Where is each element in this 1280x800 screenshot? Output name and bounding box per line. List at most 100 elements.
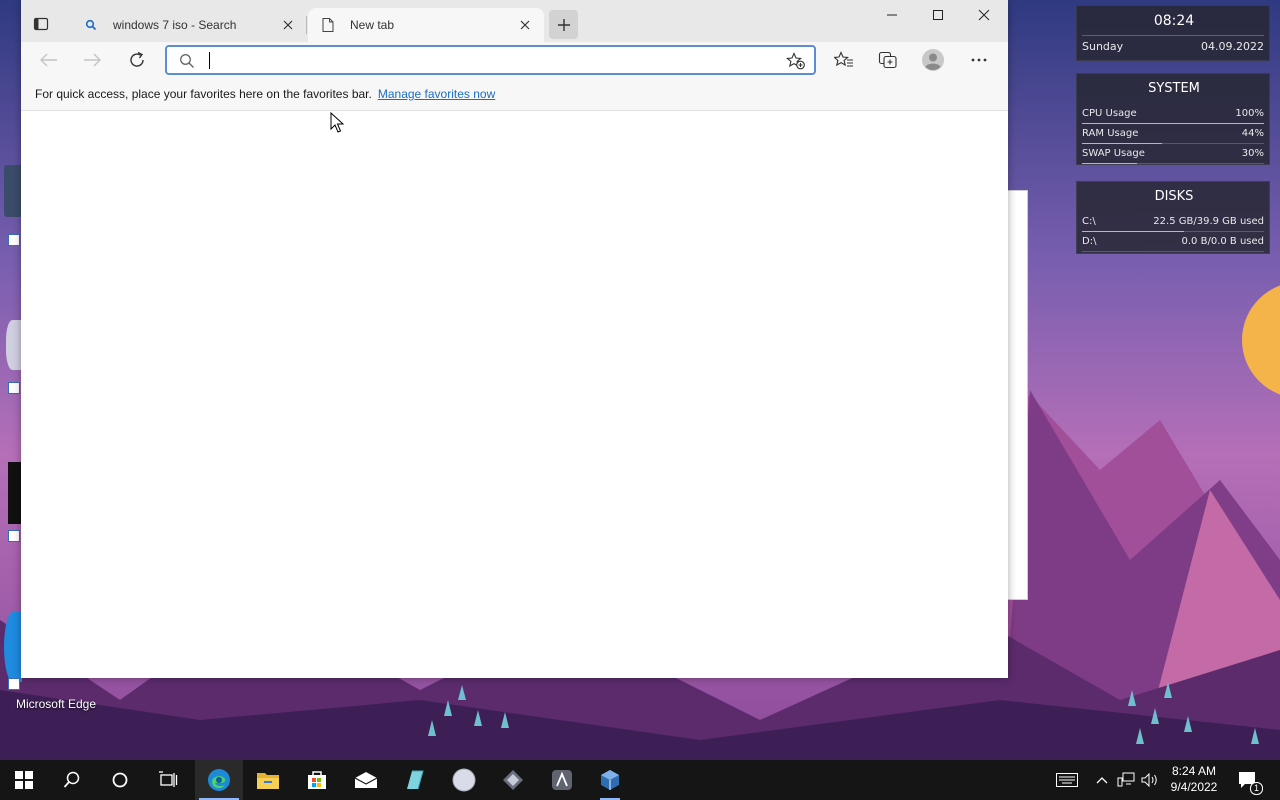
desktop-icon[interactable] bbox=[6, 320, 22, 370]
row-value: 44% bbox=[1241, 128, 1264, 139]
usage-bar bbox=[1082, 163, 1137, 164]
system-widget-title: SYSTEM bbox=[1148, 81, 1200, 96]
avatar-icon bbox=[922, 49, 944, 71]
app-icon bbox=[407, 770, 424, 790]
desktop-shortcut-arrow-icon bbox=[8, 234, 20, 246]
usage-bar bbox=[1082, 123, 1264, 124]
start-icon bbox=[15, 771, 33, 789]
row-label: RAM Usage bbox=[1082, 128, 1139, 139]
keyboard-icon bbox=[1056, 773, 1078, 787]
taskbar-edge-button[interactable] bbox=[195, 760, 243, 800]
volume-icon bbox=[1141, 773, 1157, 787]
notification-count-badge: 1 bbox=[1250, 782, 1264, 795]
forward-button[interactable] bbox=[76, 44, 108, 76]
refresh-button[interactable] bbox=[121, 44, 153, 76]
tab-actions-menu-button[interactable] bbox=[25, 8, 57, 40]
back-arrow-icon bbox=[40, 53, 57, 67]
widget-day: Sunday bbox=[1082, 40, 1124, 53]
ram-usage-row: RAM Usage 44% bbox=[1082, 128, 1264, 144]
usage-track bbox=[1082, 251, 1264, 252]
tab-new-tab[interactable]: New tab bbox=[308, 8, 544, 42]
maximize-button[interactable] bbox=[915, 0, 961, 30]
store-icon bbox=[308, 771, 326, 789]
manage-favorites-link[interactable]: Manage favorites now bbox=[378, 87, 495, 101]
tab-search[interactable]: windows 7 iso - Search bbox=[71, 8, 307, 42]
clock-widget: 08:24 Sunday 04.09.2022 bbox=[1076, 5, 1270, 61]
edge-icon bbox=[208, 769, 230, 791]
address-input[interactable] bbox=[207, 50, 767, 70]
settings-more-button[interactable] bbox=[963, 44, 995, 76]
file-explorer-icon bbox=[257, 773, 279, 789]
tab-title: windows 7 iso - Search bbox=[113, 18, 237, 32]
taskbar-store-button[interactable] bbox=[293, 760, 341, 800]
disks-widget-title: DISKS bbox=[1154, 189, 1194, 204]
widget-time: 08:24 bbox=[1153, 13, 1195, 29]
search-icon bbox=[63, 771, 80, 788]
mouse-cursor-icon bbox=[330, 112, 344, 133]
search-icon bbox=[83, 17, 99, 33]
taskbar-disc-button[interactable] bbox=[440, 760, 488, 800]
row-label: CPU Usage bbox=[1082, 108, 1137, 119]
widget-date: 04.09.2022 bbox=[1201, 40, 1264, 53]
disks-widget: DISKS C:\ 22.5 GB/39.9 GB used D:\ 0.0 B… bbox=[1076, 181, 1270, 254]
taskbar-date: 9/4/2022 bbox=[1170, 780, 1218, 794]
minimize-icon bbox=[887, 14, 897, 16]
network-tray-button[interactable] bbox=[1116, 760, 1136, 800]
close-icon bbox=[520, 20, 530, 30]
refresh-icon bbox=[130, 51, 144, 67]
keyboard-tray-button[interactable] bbox=[1054, 760, 1080, 800]
close-tab-button[interactable] bbox=[279, 16, 297, 34]
maximize-icon bbox=[933, 10, 943, 20]
navigation-toolbar bbox=[21, 42, 1008, 78]
task-view-button[interactable] bbox=[144, 760, 192, 800]
taskbar-search-button[interactable] bbox=[48, 760, 96, 800]
taskbar-app-button[interactable] bbox=[489, 760, 537, 800]
page-content[interactable] bbox=[21, 112, 1008, 678]
desktop-shortcut-arrow-icon bbox=[8, 678, 20, 690]
desktop-icon[interactable] bbox=[8, 462, 22, 524]
new-tab-button[interactable] bbox=[549, 10, 578, 39]
taskbar-app-button[interactable] bbox=[391, 760, 439, 800]
close-tab-button[interactable] bbox=[516, 16, 534, 34]
taskbar-mail-button[interactable] bbox=[342, 760, 390, 800]
favorites-bar: For quick access, place your favorites h… bbox=[21, 78, 1008, 111]
text-caret bbox=[209, 52, 210, 69]
minimize-button[interactable] bbox=[869, 0, 915, 30]
search-icon bbox=[180, 54, 194, 68]
taskbar: 8:24 AM 9/4/2022 1 bbox=[0, 760, 1280, 800]
taskbar-clock[interactable]: 8:24 AM 9/4/2022 bbox=[1160, 763, 1228, 795]
collections-button[interactable] bbox=[872, 44, 904, 76]
desktop-shortcut-arrow-icon bbox=[8, 382, 20, 394]
start-button[interactable] bbox=[0, 760, 48, 800]
taskbar-virtualbox-button[interactable] bbox=[586, 760, 634, 800]
volume-tray-button[interactable] bbox=[1140, 760, 1160, 800]
taskbar-file-explorer-button[interactable] bbox=[244, 760, 292, 800]
taskbar-time: 8:24 AM bbox=[1171, 764, 1217, 778]
tab-actions-icon bbox=[33, 17, 49, 31]
usage-bar bbox=[1082, 143, 1163, 144]
usage-bar bbox=[1082, 231, 1184, 232]
taskbar-app-button[interactable] bbox=[538, 760, 586, 800]
desktop-icon[interactable] bbox=[4, 165, 22, 217]
add-favorite-icon[interactable] bbox=[786, 52, 806, 70]
show-hidden-icons-button[interactable] bbox=[1094, 760, 1110, 800]
virtualbox-icon bbox=[601, 770, 619, 790]
edge-desktop-icon[interactable] bbox=[4, 612, 22, 682]
action-center-button[interactable]: 1 bbox=[1234, 760, 1264, 800]
page-icon bbox=[320, 17, 336, 33]
cortana-button[interactable] bbox=[96, 760, 144, 800]
back-button[interactable] bbox=[33, 44, 65, 76]
profile-button[interactable] bbox=[917, 44, 949, 76]
favorites-bar-message: For quick access, place your favorites h… bbox=[35, 87, 372, 101]
row-value: 0.0 B/0.0 B used bbox=[1181, 236, 1264, 247]
favorites-icon bbox=[834, 51, 853, 67]
task-view-icon bbox=[159, 771, 178, 787]
system-widget: SYSTEM CPU Usage 100% RAM Usage 44% SWAP… bbox=[1076, 73, 1270, 165]
disk-c-row: C:\ 22.5 GB/39.9 GB used bbox=[1082, 216, 1264, 232]
close-window-button[interactable] bbox=[961, 0, 1007, 30]
disk-d-row: D:\ 0.0 B/0.0 B used bbox=[1082, 236, 1264, 252]
favorites-button[interactable] bbox=[828, 44, 860, 76]
close-icon bbox=[978, 9, 990, 21]
row-value: 100% bbox=[1235, 108, 1264, 119]
address-bar[interactable] bbox=[165, 45, 816, 75]
